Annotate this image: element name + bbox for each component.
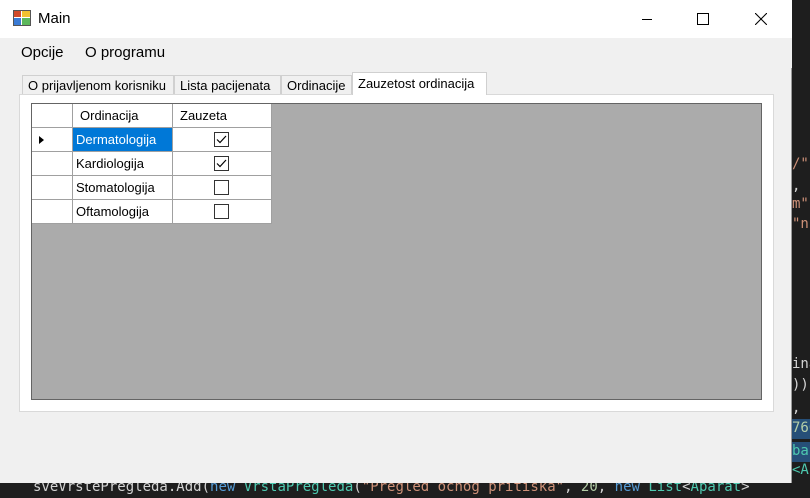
- window-title: Main: [38, 10, 71, 27]
- cell-zauzeta[interactable]: [173, 152, 272, 176]
- zauzeta-checkbox[interactable]: [214, 204, 229, 219]
- close-button[interactable]: [738, 0, 784, 38]
- minimize-button[interactable]: [624, 0, 670, 38]
- cell-ordinacija[interactable]: Kardiologija: [73, 152, 173, 176]
- data-grid[interactable]: Ordinacija Zauzeta Dermatologija Kardiol…: [31, 103, 762, 400]
- close-icon: [755, 13, 767, 25]
- code-fragment: ,: [792, 400, 801, 416]
- row-header[interactable]: [32, 200, 73, 224]
- code-fragment: m": [792, 196, 809, 212]
- maximize-button[interactable]: [680, 0, 726, 38]
- app-icon: [13, 10, 31, 26]
- menu-o-programu[interactable]: O programu: [85, 38, 165, 68]
- zauzeta-checkbox[interactable]: [214, 156, 229, 171]
- zauzeta-checkbox[interactable]: [214, 180, 229, 195]
- main-window: Main Opcije O programu O prijavljenom ko…: [0, 0, 792, 483]
- code-fragment: /": [792, 156, 809, 172]
- minimize-icon: [642, 19, 652, 20]
- row-header[interactable]: [32, 128, 73, 152]
- row-header[interactable]: [32, 152, 73, 176]
- code-fragment: )),: [792, 377, 810, 393]
- current-row-arrow-icon: [39, 136, 44, 144]
- background-code-editor-right: /" , m" "n ina )), , 760 bar <Ap: [792, 0, 810, 476]
- cell-zauzeta[interactable]: [173, 200, 272, 224]
- column-header-ordinacija[interactable]: Ordinacija: [73, 104, 173, 128]
- grid-corner-header[interactable]: [32, 104, 73, 128]
- tab-ordinacije[interactable]: Ordinacije: [281, 75, 352, 94]
- checkmark-icon: [216, 135, 227, 144]
- cell-zauzeta[interactable]: [173, 176, 272, 200]
- maximize-icon: [697, 13, 709, 25]
- code-fragment: 760: [792, 420, 810, 436]
- menu-bar: Opcije O programu: [0, 38, 792, 68]
- cell-ordinacija[interactable]: Dermatologija: [73, 128, 173, 152]
- code-fragment: ,: [792, 178, 801, 194]
- checkmark-icon: [216, 159, 227, 168]
- column-header-zauzeta[interactable]: Zauzeta: [173, 104, 272, 128]
- menu-opcije[interactable]: Opcije: [21, 38, 64, 68]
- code-fragment: <Ap: [792, 462, 810, 476]
- tab-zauzetost-ordinacija[interactable]: Zauzetost ordinacija: [352, 72, 487, 95]
- zauzeta-checkbox[interactable]: [214, 132, 229, 147]
- code-fragment: ina: [792, 356, 810, 372]
- code-fragment: bar: [792, 443, 810, 459]
- tab-o-prijavljenom-korisniku[interactable]: O prijavljenom korisniku: [22, 75, 174, 94]
- cell-ordinacija[interactable]: Stomatologija: [73, 176, 173, 200]
- row-header[interactable]: [32, 176, 73, 200]
- cell-zauzeta[interactable]: [173, 128, 272, 152]
- code-fragment: "n: [792, 216, 809, 232]
- title-bar[interactable]: Main: [0, 0, 792, 38]
- cell-ordinacija[interactable]: Oftamologija: [73, 200, 173, 224]
- tab-lista-pacijenata[interactable]: Lista pacijenata: [174, 75, 281, 94]
